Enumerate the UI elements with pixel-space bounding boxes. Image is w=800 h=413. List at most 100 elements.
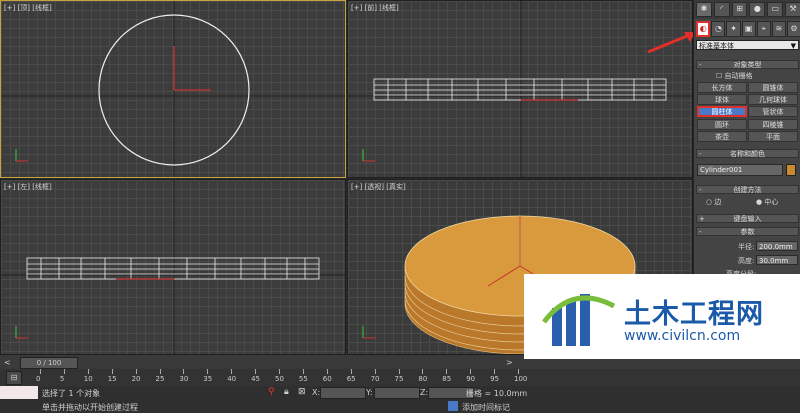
sphere-button[interactable]: 球体 bbox=[697, 94, 747, 105]
geosphere-button[interactable]: 几何球体 bbox=[748, 94, 798, 105]
annotation-arrows bbox=[647, 32, 696, 54]
autogrid-label: 自动栅格 bbox=[724, 72, 753, 80]
name-color-rollout[interactable]: - 名称和颜色 bbox=[696, 149, 799, 158]
teapot-button[interactable]: 茶壶 bbox=[697, 131, 747, 142]
add-time-tag[interactable]: 添加时间标记 bbox=[462, 402, 510, 413]
viewport-front-label[interactable]: [+] [前] [线框] bbox=[351, 3, 399, 13]
box-button[interactable]: 长方体 bbox=[697, 82, 747, 93]
time-tag-icon[interactable] bbox=[448, 401, 458, 411]
cone-button[interactable]: 圆锥体 bbox=[748, 82, 798, 93]
watermark-logo-icon bbox=[542, 294, 616, 346]
viewport-left-label[interactable]: [+] [左] [线框] bbox=[4, 182, 52, 192]
selection-status: 选择了 1 个对象 bbox=[42, 389, 101, 398]
height-input[interactable]: 30.0mm bbox=[756, 255, 798, 265]
ruler-tick-mark bbox=[326, 369, 328, 374]
tube-button[interactable]: 管状体 bbox=[748, 106, 798, 117]
y-coordinate-input[interactable] bbox=[374, 387, 420, 399]
prev-frame-icon[interactable]: < bbox=[4, 358, 11, 367]
spacewarps-icon[interactable]: ≋ bbox=[771, 21, 786, 37]
pyramid-button[interactable]: 四棱锥 bbox=[748, 119, 798, 130]
ruler-tick-mark bbox=[398, 369, 400, 374]
viewport-top-label[interactable]: [+] [顶] [线框] bbox=[4, 3, 52, 13]
method-center-label: 中心 bbox=[764, 198, 779, 206]
cylinder-button[interactable]: 圆柱体 bbox=[697, 106, 747, 117]
object-type-rollout[interactable]: - 对象类型 bbox=[696, 60, 799, 69]
ruler-tick-mark bbox=[40, 369, 41, 374]
ruler-tick-mark bbox=[279, 369, 280, 374]
geometry-icon[interactable]: ◐ bbox=[696, 21, 711, 37]
ruler-tick-label: 5 bbox=[59, 375, 65, 383]
radius-input[interactable]: 200.0mm bbox=[756, 241, 798, 251]
viewport-left[interactable]: [+] [左] [线框] bbox=[0, 179, 346, 355]
ruler-tick-label: 65 bbox=[346, 375, 356, 383]
hierarchy-tab-icon[interactable]: ⊞ bbox=[731, 2, 748, 17]
ruler-tick-label: 40 bbox=[227, 375, 237, 383]
method-edge-label: 边 bbox=[714, 198, 722, 206]
create-tab-icon[interactable]: ✱ bbox=[696, 2, 712, 17]
method-center-radio[interactable]: ● 中心 bbox=[756, 197, 778, 207]
script-label: cript 毛 bbox=[0, 401, 26, 409]
ruler-tick-label: 55 bbox=[298, 375, 308, 383]
ruler-tick-mark bbox=[470, 369, 472, 374]
ruler-tick-label: 35 bbox=[203, 375, 213, 383]
ruler-tick-mark bbox=[422, 369, 424, 374]
ruler-tick-label: 70 bbox=[370, 375, 380, 383]
watermark-url: www.civilcn.com bbox=[624, 328, 741, 344]
torus-button[interactable]: 圆环 bbox=[697, 119, 747, 130]
object-color-swatch[interactable] bbox=[786, 164, 796, 176]
lock-icon[interactable]: 🔒︎ bbox=[284, 387, 289, 397]
ruler-tick-label: 60 bbox=[322, 375, 332, 383]
ruler-tick-label: 10 bbox=[83, 375, 93, 383]
ruler-tick-mark bbox=[135, 369, 137, 374]
ruler-tick-label: 80 bbox=[418, 375, 428, 383]
display-tab-icon[interactable]: ▭ bbox=[767, 2, 784, 17]
ruler-tick-label: 25 bbox=[155, 375, 165, 383]
track-bar[interactable]: ⊟ 0 5 10 15 20 25 30 35 40 45 50 55 60 65 70 75 80 85 90 95… bbox=[0, 369, 800, 386]
viewport-top[interactable]: [+] [顶] [线框] bbox=[0, 0, 346, 178]
viewport-perspective-label[interactable]: [+] [透视] [真实] bbox=[351, 182, 406, 192]
cameras-icon[interactable]: ▣ bbox=[741, 21, 756, 37]
plane-button[interactable]: 平面 bbox=[748, 131, 798, 142]
viewport-left-canvas bbox=[1, 180, 345, 354]
lights-icon[interactable]: ✦ bbox=[726, 21, 741, 37]
ruler-tick-label: 100 bbox=[514, 375, 528, 383]
ruler-tick-mark bbox=[494, 369, 496, 374]
mini-curve-editor-icon[interactable]: ⊟ bbox=[6, 371, 22, 385]
watermark-title: 土木工程网 bbox=[624, 299, 764, 330]
primitive-type-dropdown[interactable]: 标准基本体 ▼ bbox=[696, 40, 799, 50]
command-panel-tabs: ✱ ◜ ⊞ ● ▭ ⚒ bbox=[694, 0, 800, 19]
utilities-tab-icon[interactable]: ⚒ bbox=[785, 2, 800, 17]
ruler-tick-label: 50 bbox=[275, 375, 284, 383]
ruler-tick-label: 30 bbox=[179, 375, 189, 383]
helpers-icon[interactable]: ⌖ bbox=[756, 21, 771, 37]
absolute-mode-icon[interactable]: ⊠ bbox=[298, 387, 306, 397]
parameters-title: 参数 bbox=[740, 228, 755, 236]
autogrid-checkbox[interactable]: ☐ 自动栅格 bbox=[716, 71, 753, 81]
method-edge-radio[interactable]: ○ 边 bbox=[706, 197, 721, 207]
object-type-title: 对象类型 bbox=[733, 61, 762, 69]
ruler-tick-mark bbox=[518, 369, 519, 374]
modify-tab-icon[interactable]: ◜ bbox=[713, 2, 730, 17]
ruler-tick-label: 75 bbox=[394, 375, 404, 383]
prompt-line: 单击并拖动以开始创建过程 bbox=[42, 403, 138, 412]
ruler-tick-mark bbox=[350, 369, 352, 374]
x-coordinate-input[interactable] bbox=[320, 387, 366, 399]
systems-icon[interactable]: ⚙ bbox=[786, 21, 800, 37]
ruler-tick-label: 15 bbox=[107, 375, 117, 383]
ruler-tick-mark bbox=[183, 369, 185, 374]
ruler-tick-mark bbox=[159, 369, 161, 374]
parameters-rollout[interactable]: - 参数 bbox=[696, 227, 799, 236]
keyboard-entry-rollout[interactable]: + 键盘输入 bbox=[696, 214, 799, 223]
pin-icon[interactable]: ⚲ bbox=[268, 387, 275, 397]
shapes-icon[interactable]: ◔ bbox=[711, 21, 726, 37]
frame-counter[interactable]: 0 / 100 bbox=[20, 357, 78, 369]
ruler-tick-label: 95 bbox=[490, 375, 500, 383]
next-frame-icon[interactable]: > bbox=[506, 358, 513, 367]
cylinder-front-wireframe bbox=[373, 78, 667, 101]
creation-method-rollout[interactable]: - 创建方法 bbox=[696, 185, 799, 194]
viewport-top-canvas bbox=[1, 1, 345, 177]
status-bar-top: 选择了 1 个对象 ⚲ 🔒︎ ⊠ X: Y: Z: 栅格 = 10.0mm bbox=[0, 386, 800, 413]
x-label: X: bbox=[312, 388, 321, 397]
object-name-input[interactable]: Cylinder001 bbox=[697, 164, 783, 176]
motion-tab-icon[interactable]: ● bbox=[749, 2, 766, 17]
